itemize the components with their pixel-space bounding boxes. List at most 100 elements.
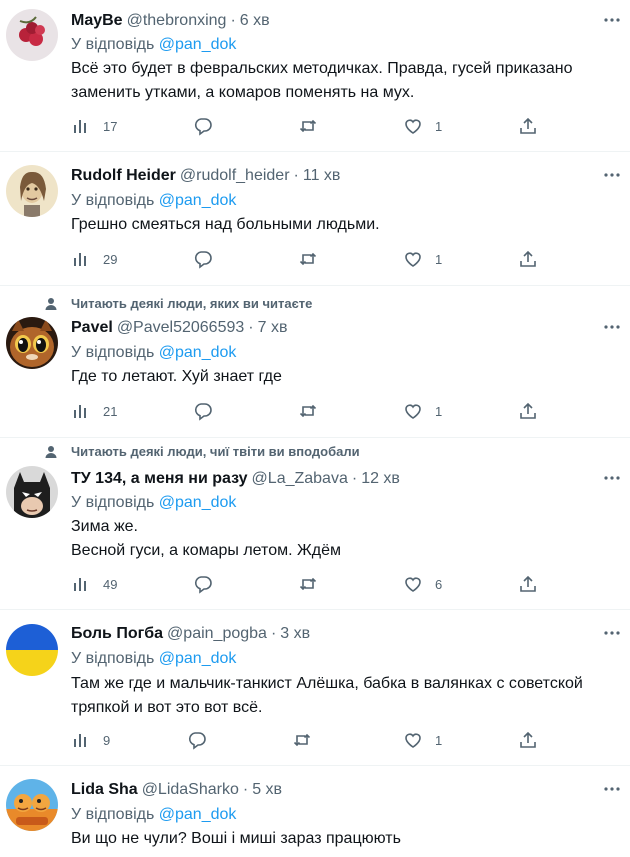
share-button[interactable] — [518, 574, 538, 594]
share-icon — [520, 731, 536, 748]
action-bar: 9 1 — [71, 730, 630, 752]
tweet-tu134[interactable]: Читають деякі люди, чиї твіти ви вподоба… — [0, 438, 630, 610]
reply-prefix: У відповідь — [71, 344, 155, 361]
mention-link[interactable]: @pan_dok — [159, 494, 237, 511]
user-handle[interactable]: @pain_pogba — [167, 625, 267, 643]
retweet-button[interactable] — [298, 249, 330, 269]
like-icon — [405, 119, 421, 134]
avatar[interactable] — [6, 466, 58, 518]
like-button[interactable]: 1 — [403, 401, 442, 421]
like-button[interactable]: 6 — [403, 574, 442, 594]
retweet-icon — [299, 252, 317, 266]
like-button[interactable]: 1 — [403, 730, 442, 750]
views-button[interactable]: 9 — [71, 730, 110, 750]
person-icon — [45, 445, 57, 458]
reply-button[interactable] — [193, 249, 225, 269]
display-name[interactable]: Rudolf Heider — [71, 167, 176, 185]
mention-link[interactable]: @pan_dok — [159, 344, 237, 361]
more-icon[interactable] — [602, 468, 622, 488]
action-bar: 17 1 — [71, 116, 630, 138]
more-icon[interactable] — [602, 10, 622, 30]
like-count: 1 — [435, 732, 443, 748]
avatar[interactable] — [6, 624, 58, 676]
tweet-text: Грешно смеяться над больными людьми. — [71, 213, 616, 237]
tweet-maybe[interactable]: MayBe @thebronxing · 6 хв У відповідь @p… — [0, 0, 630, 152]
views-button[interactable]: 49 — [71, 574, 117, 594]
avatar[interactable] — [6, 779, 58, 831]
action-bar: 49 6 — [71, 574, 630, 596]
replying-to: У відповідь @pan_dok — [71, 192, 236, 210]
display-name[interactable]: Pavel — [71, 319, 113, 337]
like-count: 1 — [435, 251, 443, 267]
user-handle[interactable]: @La_Zabava — [252, 470, 348, 488]
display-name[interactable]: Боль Погба — [71, 625, 163, 643]
timestamp[interactable]: 11 хв — [303, 167, 341, 185]
views-count: 49 — [103, 576, 118, 592]
display-name[interactable]: ТУ 134, а меня ни разу — [71, 470, 248, 488]
like-button[interactable]: 1 — [403, 116, 442, 136]
mention-link[interactable]: @pan_dok — [159, 36, 237, 53]
avatar[interactable] — [6, 165, 58, 217]
timestamp[interactable]: 3 хв — [280, 625, 310, 643]
tweet-bol-pogba[interactable]: Боль Погба @pain_pogba · 3 хв У відповід… — [0, 610, 630, 766]
timestamp[interactable]: 7 хв — [258, 319, 288, 337]
more-icon[interactable] — [602, 317, 622, 337]
share-button[interactable] — [518, 401, 538, 421]
reply-button[interactable] — [187, 730, 219, 750]
reply-button[interactable] — [193, 574, 225, 594]
user-handle[interactable]: @Pavel52066593 — [117, 319, 244, 337]
mention-link[interactable]: @pan_dok — [159, 650, 237, 667]
tweet-rudolf-heider[interactable]: Rudolf Heider @rudolf_heider · 11 хв У в… — [0, 152, 630, 286]
user-handle[interactable]: @thebronxing — [127, 12, 227, 30]
share-icon — [520, 250, 536, 267]
retweet-icon — [299, 577, 317, 591]
share-button[interactable] — [518, 249, 538, 269]
views-button[interactable]: 21 — [71, 401, 117, 421]
display-name[interactable]: Lida Sha — [71, 781, 138, 799]
social-context-text: Читають деякі люди, яких ви читаєте — [71, 296, 313, 311]
separator-dot: · — [248, 319, 254, 336]
timestamp[interactable]: 6 хв — [240, 12, 270, 30]
retweet-button[interactable] — [298, 116, 330, 136]
share-button[interactable] — [518, 116, 538, 136]
display-name[interactable]: MayBe — [71, 12, 123, 30]
like-button[interactable]: 1 — [403, 249, 442, 269]
timestamp[interactable]: 12 хв — [361, 470, 400, 488]
reply-button[interactable] — [193, 116, 225, 136]
reply-icon — [194, 403, 212, 421]
tweet-text-line: Всё это будет в февральских методичках. … — [71, 60, 573, 77]
retweet-button[interactable] — [292, 730, 324, 750]
views-button[interactable]: 17 — [71, 116, 117, 136]
separator-dot: · — [230, 12, 236, 29]
retweet-button[interactable] — [298, 574, 330, 594]
tweet-lida-sha[interactable]: Lida Sha @LidaSharko · 5 хв У відповідь … — [0, 766, 630, 857]
mention-link[interactable]: @pan_dok — [159, 192, 237, 209]
tweet-text-line: заменить утками, а комаров поменять на м… — [71, 84, 415, 101]
replying-to: У відповідь @pan_dok — [71, 36, 236, 54]
avatar[interactable] — [6, 9, 58, 61]
avatar[interactable] — [6, 317, 58, 369]
replying-to: У відповідь @pan_dok — [71, 806, 236, 824]
retweet-icon — [299, 404, 317, 418]
more-icon[interactable] — [602, 779, 622, 799]
views-button[interactable]: 29 — [71, 249, 117, 269]
more-icon[interactable] — [602, 165, 622, 185]
views-count: 29 — [103, 251, 118, 267]
timestamp[interactable]: 5 хв — [252, 781, 282, 799]
share-icon — [520, 402, 536, 419]
share-icon — [520, 575, 536, 592]
tweet-pavel[interactable]: Читають деякі люди, яких ви читаєте Pave… — [0, 286, 630, 438]
user-handle[interactable]: @rudolf_heider — [180, 167, 290, 185]
reply-button[interactable] — [193, 401, 225, 421]
tweet-text-line: Ви що не чули? Воші і миші зараз працюют… — [71, 830, 401, 847]
reply-prefix: У відповідь — [71, 36, 155, 53]
views-icon — [74, 734, 86, 747]
replying-to: У відповідь @pan_dok — [71, 650, 236, 668]
more-icon[interactable] — [602, 623, 622, 643]
views-icon — [74, 578, 86, 591]
mention-link[interactable]: @pan_dok — [159, 806, 237, 823]
share-button[interactable] — [518, 730, 538, 750]
retweet-button[interactable] — [298, 401, 330, 421]
user-handle[interactable]: @LidaSharko — [142, 781, 239, 799]
reply-prefix: У відповідь — [71, 650, 155, 667]
